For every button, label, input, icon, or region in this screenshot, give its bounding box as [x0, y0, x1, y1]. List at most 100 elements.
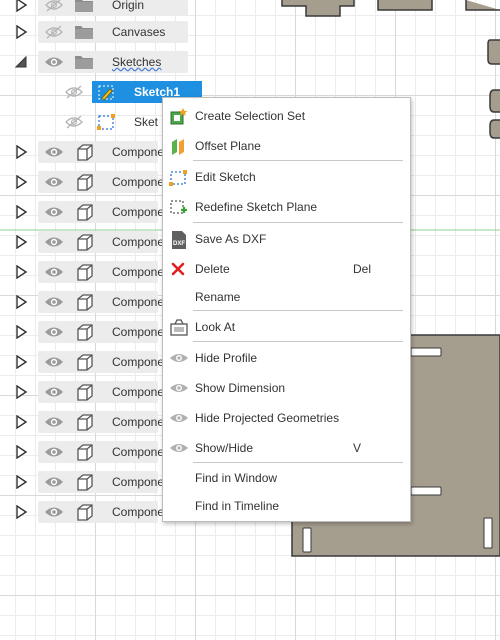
visibility-eye-icon[interactable] [44, 474, 64, 490]
visibility-eye-icon[interactable] [44, 294, 64, 310]
browser-row-label: Sket [134, 115, 159, 129]
expand-triangle-icon[interactable] [14, 174, 28, 190]
menu-item-find-in-window[interactable]: Find in Window [163, 465, 410, 491]
menu-item-show-hide[interactable]: Show/Hide V [163, 435, 410, 461]
folder-icon [74, 0, 94, 14]
visibility-hidden-icon[interactable] [64, 114, 84, 130]
expand-triangle-icon[interactable] [14, 204, 28, 220]
expand-triangle-icon[interactable] [14, 24, 28, 40]
visibility-eye-icon[interactable] [44, 384, 64, 400]
expand-triangle-icon[interactable] [14, 414, 28, 430]
menu-item-hide-profile[interactable]: Hide Profile [163, 345, 410, 371]
expand-triangle-open-icon[interactable] [14, 55, 28, 69]
menu-item-find-in-timeline[interactable]: Find in Timeline [163, 493, 410, 519]
visibility-eye-icon[interactable] [44, 354, 64, 370]
redefine-plane-icon [169, 198, 187, 216]
visibility-eye-icon[interactable] [44, 234, 64, 250]
component-icon [74, 263, 94, 281]
menu-item-label: Show/Hide [195, 441, 254, 455]
part-slot-hole [410, 486, 442, 496]
component-icon [74, 353, 94, 371]
visibility-eye-icon[interactable] [44, 414, 64, 430]
browser-row-label: Canvases [112, 25, 166, 39]
part-slot-hole [483, 517, 493, 549]
context-menu: Create Selection Set Offset Plane Edit Ske… [162, 97, 411, 522]
menu-item-look-at[interactable]: Look At [163, 314, 410, 340]
browser-folder-row[interactable]: Sketches [0, 49, 200, 75]
expand-triangle-icon[interactable] [14, 0, 28, 13]
expand-triangle-icon[interactable] [14, 444, 28, 460]
browser-row-label: Compone [112, 505, 165, 519]
selection-set-icon [169, 107, 188, 125]
edit-sketch-icon [169, 168, 187, 186]
expand-triangle-icon[interactable] [14, 354, 28, 370]
look-at-icon [169, 318, 188, 336]
expand-triangle-icon[interactable] [14, 324, 28, 340]
browser-row-label: Sketches [112, 55, 162, 69]
menu-item-delete[interactable]: Delete Del [163, 256, 410, 282]
visibility-eye-icon[interactable] [44, 324, 64, 340]
browser-row-label: Compone [112, 205, 165, 219]
visibility-eye-icon[interactable] [44, 144, 64, 160]
visibility-eye-icon[interactable] [44, 54, 64, 70]
menu-shortcut: Del [353, 262, 372, 276]
browser-folder-row[interactable]: Origin [0, 0, 200, 18]
browser-row-label: Compone [112, 385, 165, 399]
browser-row-label: Compone [112, 235, 165, 249]
browser-row-label: Compone [112, 175, 165, 189]
menu-item-show-dimension[interactable]: Show Dimension [163, 375, 410, 401]
visibility-hidden-icon[interactable] [64, 84, 84, 100]
menu-item-label: Delete [195, 262, 230, 276]
menu-item-label: Redefine Sketch Plane [195, 200, 318, 214]
component-icon [74, 203, 94, 221]
expand-triangle-icon[interactable] [14, 264, 28, 280]
sketch-icon [96, 113, 116, 131]
offset-plane-icon [169, 137, 187, 155]
menu-item-label: Offset Plane [195, 139, 261, 153]
menu-item-label: Find in Timeline [195, 499, 280, 513]
visibility-hidden-icon[interactable] [44, 0, 64, 13]
menu-item-edit-sketch[interactable]: Edit Sketch [163, 164, 410, 190]
visibility-eye-icon[interactable] [44, 174, 64, 190]
folder-icon [74, 23, 94, 41]
menu-separator [193, 310, 403, 311]
visibility-eye-icon[interactable] [44, 504, 64, 520]
menu-item-save-as-dxf[interactable]: DXF Save As DXF [163, 226, 410, 252]
menu-item-label: Rename [195, 290, 241, 304]
component-icon [74, 413, 94, 431]
menu-item-label: Show Dimension [195, 381, 286, 395]
component-icon [74, 443, 94, 461]
part-tab [377, 0, 433, 11]
browser-folder-row[interactable]: Canvases [0, 19, 200, 45]
component-icon [74, 473, 94, 491]
expand-triangle-icon[interactable] [14, 504, 28, 520]
visibility-eye-icon[interactable] [44, 444, 64, 460]
part-slot-hole [302, 527, 312, 553]
menu-item-create-selection-set[interactable]: Create Selection Set [163, 103, 410, 129]
expand-triangle-icon[interactable] [14, 144, 28, 160]
component-icon [74, 503, 94, 521]
part-slot [489, 119, 500, 139]
expand-triangle-icon[interactable] [14, 474, 28, 490]
delete-x-icon [169, 260, 187, 278]
expand-triangle-icon[interactable] [14, 294, 28, 310]
folder-icon [74, 53, 94, 71]
menu-item-redefine-sketch-plane[interactable]: Redefine Sketch Plane [163, 194, 410, 220]
part-tab [281, 0, 355, 17]
sketch-icon [96, 83, 116, 101]
menu-item-offset-plane[interactable]: Offset Plane [163, 133, 410, 159]
visibility-eye-icon[interactable] [44, 204, 64, 220]
menu-item-hide-projected-geometries[interactable]: Hide Projected Geometries [163, 405, 410, 431]
visibility-hidden-icon[interactable] [44, 24, 64, 40]
menu-separator [193, 341, 403, 342]
expand-triangle-icon[interactable] [14, 234, 28, 250]
expand-triangle-icon[interactable] [14, 384, 28, 400]
component-icon [74, 383, 94, 401]
part-tab [465, 0, 500, 11]
menu-item-rename[interactable]: Rename [163, 284, 410, 310]
browser-row-label: Compone [112, 415, 165, 429]
eye-icon [169, 439, 188, 457]
visibility-eye-icon[interactable] [44, 264, 64, 280]
menu-shortcut: V [353, 441, 362, 455]
menu-separator [193, 462, 403, 463]
